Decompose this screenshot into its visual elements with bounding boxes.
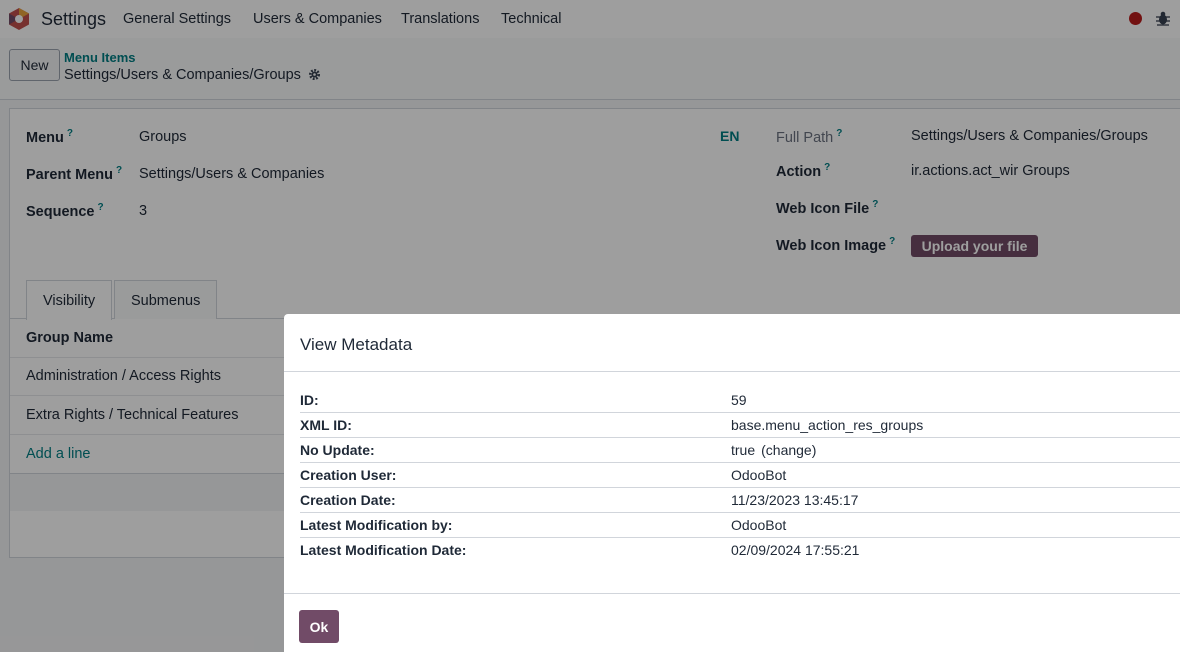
ok-button[interactable]: Ok (299, 610, 339, 643)
metadata-value: 02/09/2024 17:55:21 (731, 542, 860, 558)
metadata-value: OdooBot (731, 517, 787, 533)
metadata-row: No Update: true (change) (300, 438, 1180, 463)
metadata-row: XML ID: base.menu_action_res_groups (300, 413, 1180, 438)
view-metadata-dialog: View Metadata ID: 59 XML ID: base.menu_a… (284, 314, 1180, 652)
change-no-update-link[interactable]: (change) (761, 442, 816, 458)
metadata-key: Latest Modification by: (300, 517, 453, 533)
metadata-value: true (change) (731, 442, 817, 458)
dialog-footer-divider (284, 593, 1180, 594)
metadata-key: No Update: (300, 442, 375, 458)
metadata-key: ID: (300, 392, 319, 408)
metadata-key: Latest Modification Date: (300, 542, 467, 558)
metadata-row: Latest Modification by: OdooBot (300, 513, 1180, 538)
metadata-value: base.menu_action_res_groups (731, 417, 924, 433)
metadata-key: XML ID: (300, 417, 352, 433)
metadata-row: ID: 59 (300, 388, 1180, 413)
metadata-row: Creation Date: 11/23/2023 13:45:17 (300, 488, 1180, 513)
dialog-header-divider (284, 371, 1180, 372)
dialog-title: View Metadata (300, 335, 413, 354)
metadata-key: Creation User: (300, 467, 397, 483)
metadata-key: Creation Date: (300, 492, 396, 508)
metadata-value: 59 (731, 392, 747, 408)
metadata-row: Creation User: OdooBot (300, 463, 1180, 488)
metadata-value: OdooBot (731, 467, 787, 483)
metadata-row: Latest Modification Date: 02/09/2024 17:… (300, 538, 1180, 563)
metadata-value: 11/23/2023 13:45:17 (731, 492, 859, 508)
